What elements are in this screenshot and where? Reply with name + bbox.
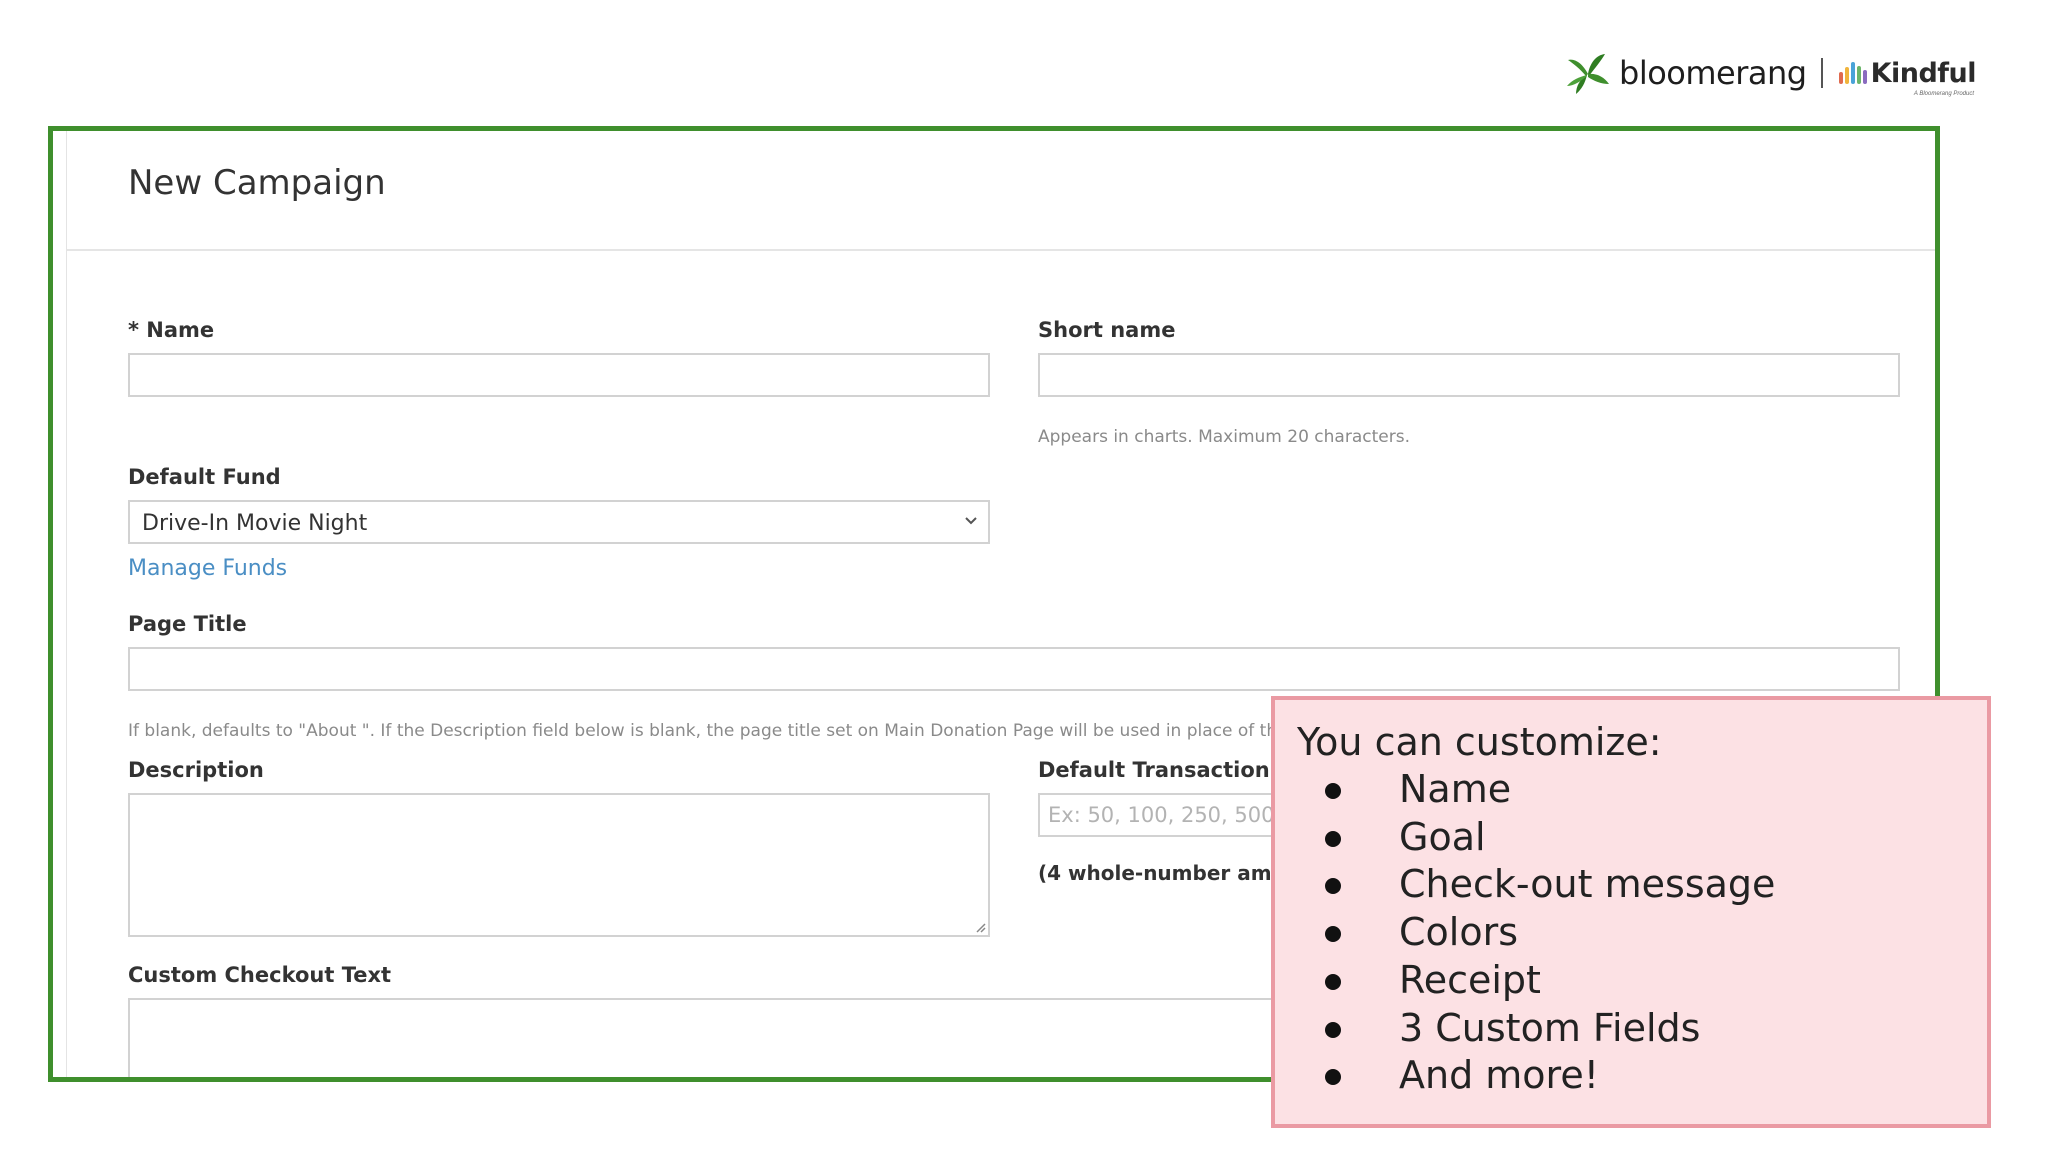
callout-list: Name Goal Check-out message Colors Recei…: [1297, 766, 1987, 1100]
name-label: * Name: [128, 318, 215, 342]
form-header: New Campaign: [67, 131, 1935, 251]
logo: bloomerang Kindful A Bloomerang Product: [1565, 48, 1977, 98]
short-name-label: Short name: [1038, 318, 1176, 342]
manage-funds-link[interactable]: Manage Funds: [128, 556, 287, 581]
product-tagline: A Bloomerang Product: [1913, 90, 1975, 97]
bullet-icon: [1325, 926, 1341, 943]
chevron-down-icon: [965, 517, 977, 525]
default-fund-value: Drive-In Movie Night: [142, 511, 368, 536]
bullet-icon: [1325, 783, 1341, 799]
list-item: And more!: [1297, 1052, 1987, 1100]
bullet-icon: [1325, 1021, 1341, 1038]
custom-checkout-label: Custom Checkout Text: [128, 963, 392, 987]
default-fund-select[interactable]: Drive-In Movie Night: [128, 500, 990, 544]
kindful-bars-icon: [1838, 62, 1867, 84]
description-label: Description: [128, 758, 264, 782]
name-input[interactable]: [128, 353, 990, 397]
bloomerang-logo-icon: [1567, 54, 1609, 94]
page-title: New Campaign: [128, 163, 386, 203]
resize-handle-icon[interactable]: [974, 921, 986, 933]
page-title-help: If blank, defaults to "About ". If the D…: [128, 721, 1336, 741]
short-name-input[interactable]: [1038, 353, 1900, 397]
logo-divider: [1820, 58, 1823, 88]
bullet-icon: [1325, 1069, 1341, 1086]
list-item: Name: [1297, 766, 1987, 814]
bullet-icon: [1325, 830, 1341, 847]
short-name-help: Appears in charts. Maximum 20 characters…: [1038, 427, 1410, 447]
list-item: 3 Custom Fields: [1297, 1005, 1987, 1053]
page-title-input[interactable]: [128, 647, 1900, 691]
list-item: Colors: [1297, 909, 1987, 957]
bullet-icon: [1325, 973, 1341, 990]
default-transaction-note: (4 whole-number amou: [1038, 861, 1300, 885]
bullet-icon: [1325, 878, 1341, 895]
list-item: Check-out message: [1297, 861, 1987, 909]
callout-heading: You can customize:: [1297, 720, 1662, 764]
list-item: Receipt: [1297, 957, 1987, 1005]
page-title-label: Page Title: [128, 612, 247, 636]
kindful-wordmark: Kindful A Bloomerang Product: [1870, 57, 1977, 97]
description-textarea[interactable]: [128, 793, 990, 937]
product-name: Kindful: [1870, 57, 1977, 89]
brand-name: bloomerang: [1619, 54, 1807, 92]
customize-callout: You can customize: Name Goal Check-out m…: [1271, 696, 1991, 1128]
default-fund-label: Default Fund: [128, 465, 281, 489]
list-item: Goal: [1297, 814, 1987, 862]
